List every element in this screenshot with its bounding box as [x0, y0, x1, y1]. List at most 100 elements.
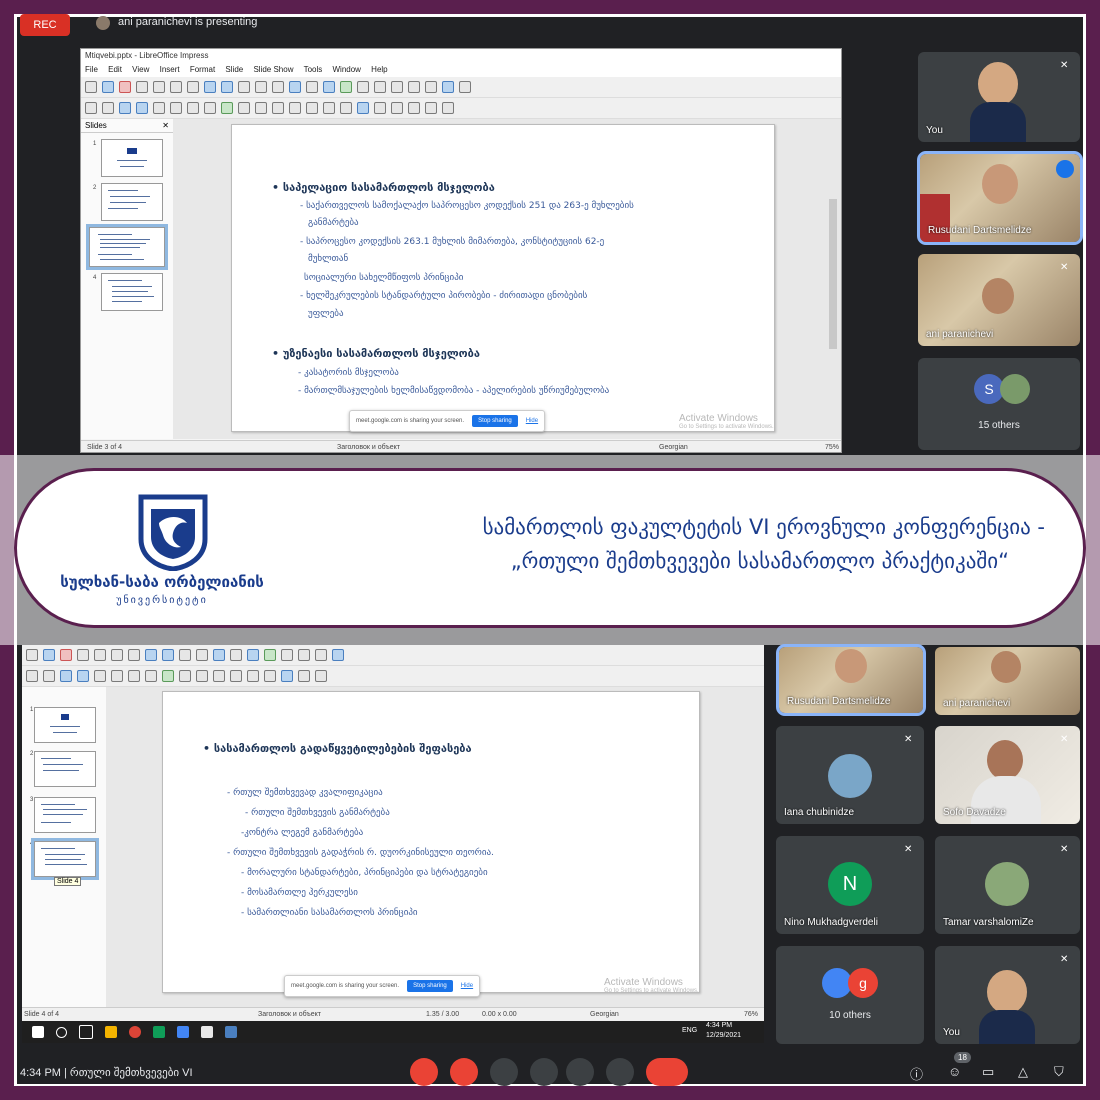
table-icon[interactable] — [323, 81, 335, 93]
print-icon[interactable] — [136, 81, 148, 93]
slide-thumb-4[interactable] — [101, 273, 163, 311]
flowchart-icon[interactable] — [306, 102, 318, 114]
spelling-icon[interactable] — [255, 81, 267, 93]
participant-tile[interactable]: ✕ Iana chubinidze — [776, 726, 924, 824]
participant-tile[interactable]: ✕ Sofo Davadze — [935, 726, 1080, 824]
menu-window[interactable]: Window — [332, 65, 360, 74]
zoom-icon[interactable] — [102, 102, 114, 114]
store-icon[interactable] — [177, 1026, 189, 1038]
activities-icon[interactable]: △ — [1018, 1064, 1028, 1080]
slide-3[interactable]: • საპელაციო სასამართლოს მსჯელობა - საქარ… — [231, 124, 775, 432]
line-color-icon[interactable] — [119, 102, 131, 114]
new-icon[interactable] — [85, 81, 97, 93]
textbox-icon[interactable] — [298, 649, 310, 661]
task-view-icon[interactable] — [79, 1025, 93, 1039]
menu-format[interactable]: Format — [190, 65, 215, 74]
3d-icon[interactable] — [281, 670, 293, 682]
hide-button[interactable]: Hide — [461, 983, 473, 989]
save-icon[interactable] — [119, 81, 131, 93]
select-icon[interactable] — [26, 670, 38, 682]
new-icon[interactable] — [26, 649, 38, 661]
textbox-icon[interactable] — [374, 81, 386, 93]
menu-slide[interactable]: Slide — [225, 65, 243, 74]
connector-icon[interactable] — [179, 670, 191, 682]
redo-icon[interactable] — [162, 649, 174, 661]
close-icon[interactable]: ✕ — [162, 121, 169, 130]
cut-icon[interactable] — [153, 81, 165, 93]
participant-tile[interactable]: ✕ Tamar varshalomiZe — [935, 836, 1080, 934]
participant-tile[interactable]: ✕ ani paranichevi — [918, 254, 1080, 346]
ellipse-icon[interactable] — [128, 670, 140, 682]
star-icon[interactable] — [340, 102, 352, 114]
file-explorer-icon[interactable] — [105, 1026, 117, 1038]
hide-button[interactable]: Hide — [526, 418, 538, 424]
slide-thumb-4[interactable] — [31, 838, 99, 880]
arrange-icon[interactable] — [408, 102, 420, 114]
line-color-icon[interactable] — [60, 670, 72, 682]
align-icon[interactable] — [391, 102, 403, 114]
slide-thumb-1[interactable] — [34, 707, 96, 743]
special-char-icon[interactable] — [391, 81, 403, 93]
participant-tile[interactable]: ✕ You — [918, 52, 1080, 142]
smiley-icon[interactable] — [272, 102, 284, 114]
table-icon[interactable] — [247, 649, 259, 661]
crop-icon[interactable] — [442, 102, 454, 114]
fill-color-icon[interactable] — [77, 670, 89, 682]
edge-icon[interactable] — [153, 1026, 165, 1038]
transition-icon[interactable] — [332, 649, 344, 661]
slide-thumb-3[interactable] — [34, 797, 96, 833]
menu-view[interactable]: View — [132, 65, 149, 74]
display-icon[interactable] — [289, 81, 301, 93]
rotate-icon[interactable] — [374, 102, 386, 114]
impress-taskbar-icon[interactable] — [201, 1026, 213, 1038]
menu-help[interactable]: Help — [371, 65, 387, 74]
captions-button[interactable] — [490, 1058, 518, 1086]
hyperlink-icon[interactable] — [425, 81, 437, 93]
chat-icon[interactable]: ▭ — [982, 1064, 994, 1080]
save-icon[interactable] — [60, 649, 72, 661]
slide-4[interactable]: • სასამართლოს გადაწყვეტილებების შეფასება… — [162, 691, 700, 993]
mic-toggle-button[interactable] — [410, 1058, 438, 1086]
master-icon[interactable] — [230, 649, 242, 661]
participant-tile[interactable]: N ✕ Nino Mukhadgverdeli — [776, 836, 924, 934]
people-icon[interactable]: ☺ — [948, 1064, 961, 1079]
stop-sharing-button[interactable]: Stop sharing — [472, 415, 518, 427]
participant-tile[interactable]: ✕ You — [935, 946, 1080, 1044]
participant-tile[interactable]: Rusudani Dartsmelidze — [917, 151, 1083, 245]
others-tile[interactable]: S 15 others — [918, 358, 1080, 450]
vertical-scrollbar[interactable] — [829, 199, 837, 349]
rectangle-icon[interactable] — [111, 670, 123, 682]
arrow-icon[interactable] — [145, 670, 157, 682]
connector-icon[interactable] — [238, 102, 250, 114]
callout-icon[interactable] — [323, 102, 335, 114]
arrow-icon[interactable] — [204, 102, 216, 114]
host-controls-icon[interactable]: ⛉ — [1054, 1064, 1064, 1080]
master-icon[interactable] — [306, 81, 318, 93]
slide-thumb-1[interactable] — [101, 139, 163, 177]
star-icon[interactable] — [264, 670, 276, 682]
smiley-icon[interactable] — [213, 670, 225, 682]
find-icon[interactable] — [238, 81, 250, 93]
hyperlink-icon[interactable] — [315, 649, 327, 661]
others-tile[interactable]: g 10 others — [776, 946, 924, 1044]
ellipse-icon[interactable] — [187, 102, 199, 114]
more-options-button[interactable] — [606, 1058, 634, 1086]
participant-tile[interactable]: Rusudani Dartsmelidze — [776, 644, 926, 716]
line-icon[interactable] — [94, 670, 106, 682]
open-icon[interactable] — [102, 81, 114, 93]
grid-icon[interactable] — [272, 81, 284, 93]
redo-icon[interactable] — [221, 81, 233, 93]
copy-icon[interactable] — [170, 81, 182, 93]
align-icon[interactable] — [298, 670, 310, 682]
participant-tile[interactable]: ani paranichevi — [935, 647, 1080, 715]
line-icon[interactable] — [153, 102, 165, 114]
image-icon[interactable] — [264, 649, 276, 661]
undo-icon[interactable] — [204, 81, 216, 93]
windows-start-icon[interactable] — [32, 1026, 44, 1038]
copy-icon[interactable] — [111, 649, 123, 661]
chart-icon[interactable] — [281, 649, 293, 661]
menu-edit[interactable]: Edit — [108, 65, 122, 74]
shadow-icon[interactable] — [425, 102, 437, 114]
image-icon[interactable] — [340, 81, 352, 93]
info-icon[interactable]: ⓘ — [910, 1064, 923, 1083]
